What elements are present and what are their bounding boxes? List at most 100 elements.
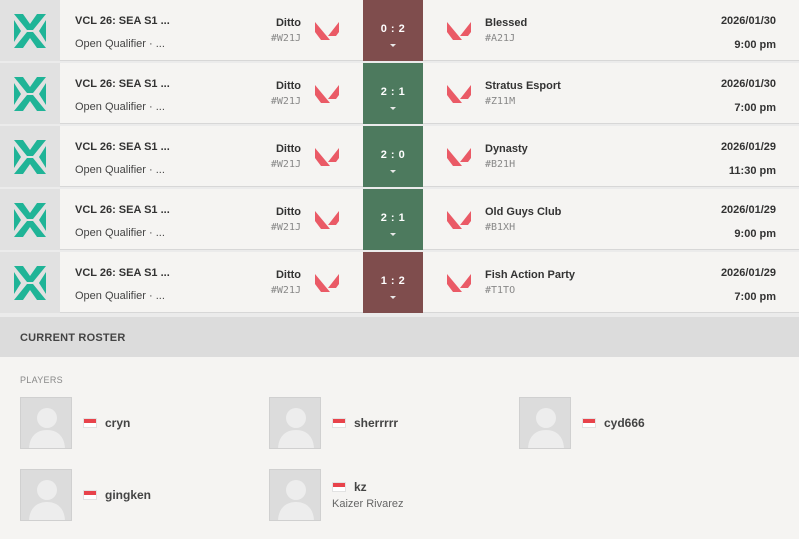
team2-tag: #B21H [485, 159, 516, 170]
default-avatar-icon [270, 398, 320, 448]
expand-caret-icon[interactable] [390, 44, 396, 47]
event-logo [0, 126, 60, 187]
team2-logo [446, 83, 472, 110]
expand-caret-icon[interactable] [390, 170, 396, 173]
valorant-icon [447, 85, 471, 103]
match-datetime: 2026/01/29 11:30 pm [721, 140, 776, 178]
team1-name: Ditto [275, 206, 301, 218]
event-logo [0, 63, 60, 124]
event-name: VCL 26: SEA S1 ... [75, 204, 170, 216]
match-row[interactable]: VCL 26: SEA S1 ... Open Qualifier · ... Di… [0, 189, 799, 250]
team1-info: Ditto #W21J [271, 268, 301, 298]
team1-logo [314, 83, 340, 110]
player-handle[interactable]: gingken [105, 488, 151, 502]
team1-name: Ditto [275, 80, 301, 92]
event-info: VCL 26: SEA S1 ... Open Qualifier · ... [75, 140, 185, 177]
team2-info: Stratus Esport #Z11M [485, 79, 561, 109]
team2-tag: #A21J [485, 33, 516, 44]
match-row[interactable]: VCL 26: SEA S1 ... Open Qualifier · ... Di… [0, 126, 799, 187]
event-info: VCL 26: SEA S1 ... Open Qualifier · ... [75, 266, 185, 303]
valorant-icon [447, 274, 471, 292]
team2-name: Stratus Esport [485, 80, 561, 92]
team1-logo [314, 146, 340, 173]
team1-name: Ditto [275, 17, 301, 29]
player-card[interactable]: gingken [20, 469, 250, 523]
vct-logo-icon [14, 202, 46, 237]
avatar[interactable] [20, 397, 72, 449]
match-date: 2026/01/30 [720, 15, 776, 27]
avatar[interactable] [269, 469, 321, 521]
player-card[interactable]: cyd666 [519, 397, 749, 451]
team1-logo [314, 209, 340, 236]
event-name: VCL 26: SEA S1 ... [75, 267, 170, 279]
score-box[interactable]: 2 : 1 [363, 189, 423, 250]
match-datetime: 2026/01/29 9:00 pm [721, 203, 776, 241]
default-avatar-icon [520, 398, 570, 448]
player-handle[interactable]: cryn [105, 416, 130, 430]
match-row[interactable]: VCL 26: SEA S1 ... Open Qualifier · ... Di… [0, 0, 799, 61]
expand-caret-icon[interactable] [390, 233, 396, 236]
valorant-icon [315, 22, 339, 40]
match-time: 9:00 pm [734, 228, 776, 240]
roster-title: CURRENT ROSTER [20, 332, 126, 344]
team1-tag: #W21J [270, 33, 301, 44]
team2-info: Fish Action Party #T1TO [485, 268, 575, 298]
team2-tag: #B1XH [485, 222, 516, 233]
player-handle[interactable]: sherrrrr [354, 416, 398, 430]
score-box[interactable]: 2 : 1 [363, 63, 423, 124]
team1-tag: #W21J [270, 222, 301, 233]
team1-info: Ditto #W21J [271, 79, 301, 109]
score-box[interactable]: 0 : 2 [363, 0, 423, 61]
match-score: 2 : 0 [380, 149, 406, 161]
team1-tag: #W21J [270, 96, 301, 107]
singapore-flag-icon [582, 418, 596, 428]
players-label: PLAYERS [20, 375, 63, 385]
match-time: 7:00 pm [734, 102, 776, 114]
singapore-flag-icon [83, 490, 97, 500]
match-row[interactable]: VCL 26: SEA S1 ... Open Qualifier · ... Di… [0, 63, 799, 124]
team2-tag: #Z11M [485, 96, 516, 107]
valorant-icon [315, 211, 339, 229]
expand-caret-icon[interactable] [390, 296, 396, 299]
team2-info: Old Guys Club #B1XH [485, 205, 561, 235]
team2-name: Old Guys Club [485, 206, 562, 218]
event-name: VCL 26: SEA S1 ... [75, 78, 170, 90]
vct-logo-icon [14, 13, 46, 48]
player-card[interactable]: kz Kaizer Rivarez [269, 469, 499, 523]
match-datetime: 2026/01/30 9:00 pm [721, 14, 776, 52]
match-row[interactable]: VCL 26: SEA S1 ... Open Qualifier · ... Di… [0, 252, 799, 313]
score-box[interactable]: 2 : 0 [363, 126, 423, 187]
roster-body: PLAYERS cryn sherrrrr cyd666 gingken kz Kaize… [0, 357, 799, 539]
score-box[interactable]: 1 : 2 [363, 252, 423, 313]
team2-tag: #T1TO [485, 285, 516, 296]
team2-logo [446, 20, 472, 47]
valorant-icon [447, 148, 471, 166]
avatar[interactable] [20, 469, 72, 521]
default-avatar-icon [21, 470, 71, 520]
match-date: 2026/01/29 [720, 141, 776, 153]
expand-caret-icon[interactable] [390, 107, 396, 110]
team2-name: Blessed [485, 17, 528, 29]
avatar[interactable] [269, 397, 321, 449]
team2-info: Blessed #A21J [485, 16, 527, 46]
match-datetime: 2026/01/30 7:00 pm [721, 77, 776, 115]
match-datetime: 2026/01/29 7:00 pm [721, 266, 776, 304]
event-stage: Open Qualifier · ... [75, 227, 165, 239]
player-handle[interactable]: kz [354, 480, 367, 494]
team1-info: Ditto #W21J [271, 16, 301, 46]
team1-tag: #W21J [270, 159, 301, 170]
avatar[interactable] [519, 397, 571, 449]
team1-name: Ditto [275, 269, 301, 281]
match-score: 2 : 1 [380, 212, 406, 224]
team1-logo [314, 20, 340, 47]
player-handle[interactable]: cyd666 [604, 416, 645, 430]
player-card[interactable]: cryn [20, 397, 250, 451]
event-info: VCL 26: SEA S1 ... Open Qualifier · ... [75, 77, 185, 114]
match-date: 2026/01/29 [720, 204, 776, 216]
match-date: 2026/01/30 [720, 78, 776, 90]
valorant-icon [315, 148, 339, 166]
match-time: 7:00 pm [734, 291, 776, 303]
default-avatar-icon [270, 470, 320, 520]
match-score: 0 : 2 [380, 23, 406, 35]
player-card[interactable]: sherrrrr [269, 397, 499, 451]
